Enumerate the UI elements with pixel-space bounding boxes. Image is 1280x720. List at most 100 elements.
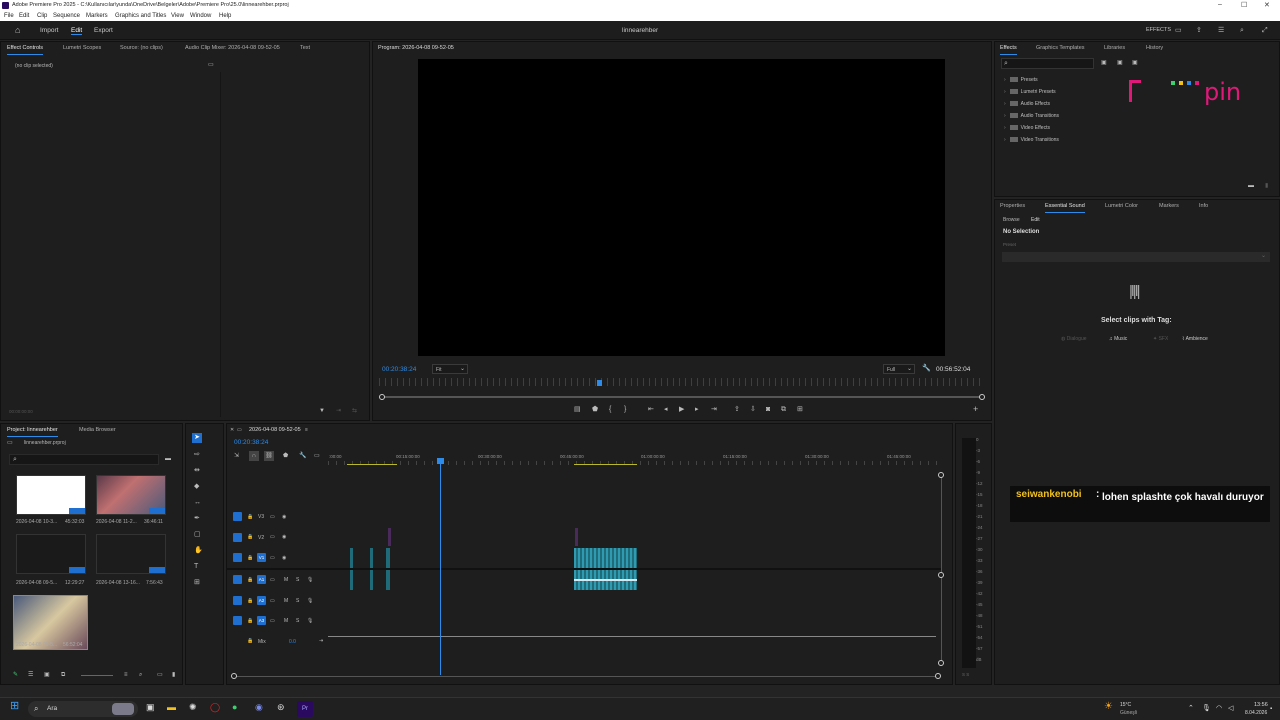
nav-edit[interactable]: Edit <box>71 27 83 35</box>
track-target-v1[interactable] <box>233 553 242 562</box>
effects-item-video-effects[interactable]: › Video Effects <box>1004 125 1050 131</box>
work-area-bar[interactable] <box>574 464 637 465</box>
steam-icon[interactable]: ⊛ <box>277 703 285 712</box>
preset-dropdown[interactable]: ⌄ <box>1002 252 1270 262</box>
program-timecode-current[interactable]: 00:20:38:24 <box>382 366 416 373</box>
taskbar-search-input[interactable]: ⌕ Ara <box>28 701 138 717</box>
track-label-a2[interactable]: A2 <box>257 596 266 605</box>
menu-graphics[interactable]: Graphics and Titles <box>115 13 166 19</box>
mark-out-icon[interactable]: } <box>624 406 626 413</box>
playhead-marker[interactable] <box>437 458 444 464</box>
timeline-toggle-icon[interactable]: ▭ <box>208 62 214 69</box>
maximize-button[interactable]: ☐ <box>1241 1 1247 9</box>
ripple-edit-icon[interactable]: ⇹ <box>194 467 200 474</box>
audio-clip[interactable] <box>386 570 390 590</box>
chevron-up-icon[interactable]: ⌃ <box>1188 705 1194 712</box>
tab-properties[interactable]: Properties <box>1000 203 1025 209</box>
go-to-in-icon[interactable]: ⇤ <box>648 406 654 413</box>
mute-icon[interactable]: M <box>284 577 288 584</box>
go-to-out-icon[interactable]: ⇥ <box>711 406 717 413</box>
effects-item-audio-effects[interactable]: › Audio Effects <box>1004 101 1050 107</box>
opera-icon[interactable]: ◯ <box>210 703 220 712</box>
mix-value[interactable]: 0.0 <box>289 639 296 645</box>
subtab-browse[interactable]: Browse <box>1003 217 1020 223</box>
fullscreen-icon[interactable]: ⤢ <box>1262 27 1268 34</box>
sync-lock-icon[interactable]: ▭ <box>270 514 275 521</box>
compare-icon[interactable]: ⧉ <box>781 406 786 413</box>
audio-clip[interactable] <box>370 570 373 590</box>
scroll-handle-right[interactable] <box>935 673 941 679</box>
time-ruler[interactable] <box>379 378 984 386</box>
filter-icon[interactable]: ▼ <box>319 408 325 415</box>
video-clip[interactable] <box>386 548 390 568</box>
new-bin-icon[interactable]: ▬ <box>165 456 171 463</box>
program-title[interactable]: Program: 2026-04-08 09-52-05 <box>378 45 454 51</box>
tab-history[interactable]: History <box>1146 45 1163 51</box>
captions-icon[interactable]: ▭ <box>314 453 320 460</box>
new-bin-icon[interactable]: ▬ <box>1248 183 1254 190</box>
accelerated-icon[interactable]: ▣ <box>1101 60 1107 67</box>
chrome-icon[interactable]: ✺ <box>189 703 197 712</box>
vertical-scrollbar[interactable] <box>941 474 942 664</box>
solo-icon[interactable]: S <box>296 618 299 625</box>
wrench-icon[interactable]: 🔧 <box>922 365 931 372</box>
sequence-tab[interactable]: 2026-04-08 09-52-05 <box>249 427 301 433</box>
lock-icon[interactable]: 🔒 <box>247 577 253 584</box>
pencil-icon[interactable]: ✎ <box>13 672 18 679</box>
playhead-marker[interactable] <box>596 380 602 386</box>
trash-icon[interactable]: ▮ <box>1265 183 1268 190</box>
nav-export[interactable]: Export <box>94 27 113 34</box>
clear-icon[interactable]: ▮ <box>172 672 175 679</box>
share-icon[interactable]: ⇪ <box>1196 27 1202 34</box>
lock-icon[interactable]: 🔒 <box>247 638 253 645</box>
track-target-v3[interactable] <box>233 512 242 521</box>
tag-sfx-button[interactable]: ✦ SFX <box>1153 336 1168 342</box>
tab-audio-clip-mixer[interactable]: Audio Clip Mixer: 2026-04-08 09-52-05 <box>185 45 280 51</box>
search-icon[interactable]: ⌕ <box>1240 27 1244 34</box>
menu-view[interactable]: View <box>171 13 184 19</box>
project-thumb-1[interactable] <box>16 475 86 515</box>
menu-icon[interactable]: ≡ <box>305 427 308 434</box>
linked-select-icon[interactable]: ⛓ <box>264 451 274 461</box>
track-target-a2[interactable] <box>233 596 242 605</box>
zoom-scrollbar[interactable] <box>381 396 983 398</box>
subtab-edit[interactable]: Edit <box>1031 217 1040 223</box>
menu-sequence[interactable]: Sequence <box>53 13 80 19</box>
sync-lock-icon[interactable]: ▭ <box>270 555 275 562</box>
list-view-icon[interactable]: ☰ <box>28 672 33 679</box>
sync-lock-icon[interactable]: ▭ <box>270 577 275 584</box>
tag-ambience-button[interactable]: ⌇ Ambience <box>1182 336 1208 342</box>
tab-media-browser[interactable]: Media Browser <box>79 427 116 433</box>
lock-icon[interactable]: 🔒 <box>247 618 253 625</box>
menu-clip[interactable]: Clip <box>37 13 47 19</box>
add-marker-icon[interactable]: ⬟ <box>592 406 598 413</box>
nest-icon[interactable]: ⇲ <box>234 453 239 460</box>
close-button[interactable]: ✕ <box>1264 1 1270 9</box>
nav-import[interactable]: Import <box>40 27 58 34</box>
effects-item-presets[interactable]: › Presets <box>1004 77 1038 83</box>
tab-info[interactable]: Info <box>1199 203 1208 209</box>
tab-graphics-templates[interactable]: Graphics Templates <box>1036 45 1085 51</box>
panel-icon[interactable]: ▭ <box>1175 27 1182 34</box>
eye-icon[interactable]: ◉ <box>282 514 286 521</box>
extract-icon[interactable]: ⇩ <box>750 406 756 413</box>
menu-edit[interactable]: Edit <box>19 13 29 19</box>
audio-clip[interactable] <box>350 570 353 590</box>
volume-icon[interactable]: ◁ <box>1228 705 1233 712</box>
step-forward-icon[interactable]: ▸ <box>695 406 699 413</box>
tab-effect-controls[interactable]: Effect Controls <box>7 45 43 55</box>
track-label-a3[interactable]: A3 <box>257 616 266 625</box>
timeline-timecode[interactable]: 00:20:38:24 <box>234 439 268 446</box>
video-clip[interactable] <box>574 548 637 568</box>
step-back-icon[interactable]: ◂ <box>664 406 668 413</box>
solo-icon[interactable]: S <box>296 577 299 584</box>
scroll-handle-left[interactable] <box>379 394 385 400</box>
track-label-a1[interactable]: A1 <box>257 575 266 584</box>
new-item-icon[interactable]: ▭ <box>157 672 163 679</box>
menu-file[interactable]: File <box>4 13 14 19</box>
pen-tool-icon[interactable]: ✒ <box>194 515 200 522</box>
quick-export-icon[interactable]: ☰ <box>1218 27 1224 34</box>
tab-lumetri-scopes[interactable]: Lumetri Scopes <box>63 45 101 51</box>
find-icon[interactable]: ⌕ <box>139 672 142 679</box>
icon-view-icon[interactable]: ▣ <box>44 672 50 679</box>
